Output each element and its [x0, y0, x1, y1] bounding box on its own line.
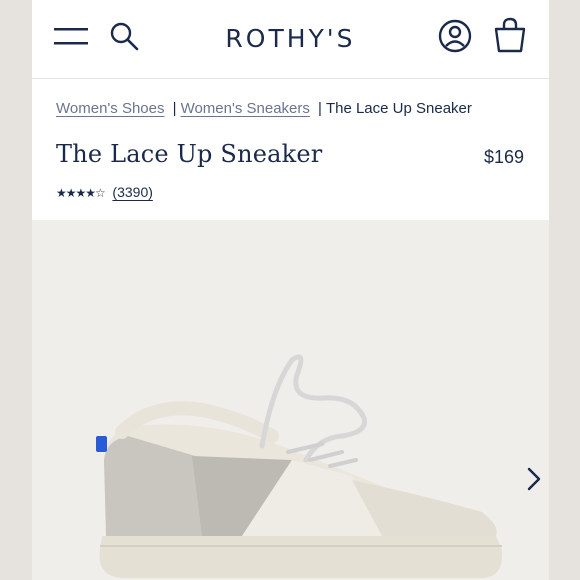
frame-right [549, 0, 580, 580]
breadcrumb-separator: | [172, 100, 177, 117]
breadcrumb: Women's Shoes | Women's Sneakers | The Lac… [56, 100, 472, 117]
review-count-link[interactable]: (3390) [112, 184, 152, 200]
breadcrumb-link-womens-sneakers[interactable]: Women's Sneakers [181, 100, 310, 117]
rating-stars-icon: ★★★★☆ [56, 186, 106, 200]
product-price: $169 [483, 147, 524, 167]
breadcrumb-current: The Lace Up Sneaker [325, 100, 472, 117]
chevron-right-icon[interactable] [524, 466, 544, 492]
breadcrumb-link-womens-shoes[interactable]: Women's Shoes [56, 100, 164, 117]
product-rating[interactable]: ★★★★☆ (3390) [56, 184, 153, 200]
frame-left [0, 0, 32, 580]
product-page: ROTHY'S Women's Shoes | Women's Sneakers … [32, 0, 549, 580]
product-title: The Lace Up Sneaker [56, 140, 323, 168]
breadcrumb-separator: | [318, 100, 322, 117]
account-icon[interactable] [438, 19, 472, 53]
site-header: ROTHY'S [32, 0, 549, 79]
cart-icon[interactable] [493, 17, 527, 53]
product-image-gallery [32, 220, 549, 580]
product-image [96, 354, 503, 578]
